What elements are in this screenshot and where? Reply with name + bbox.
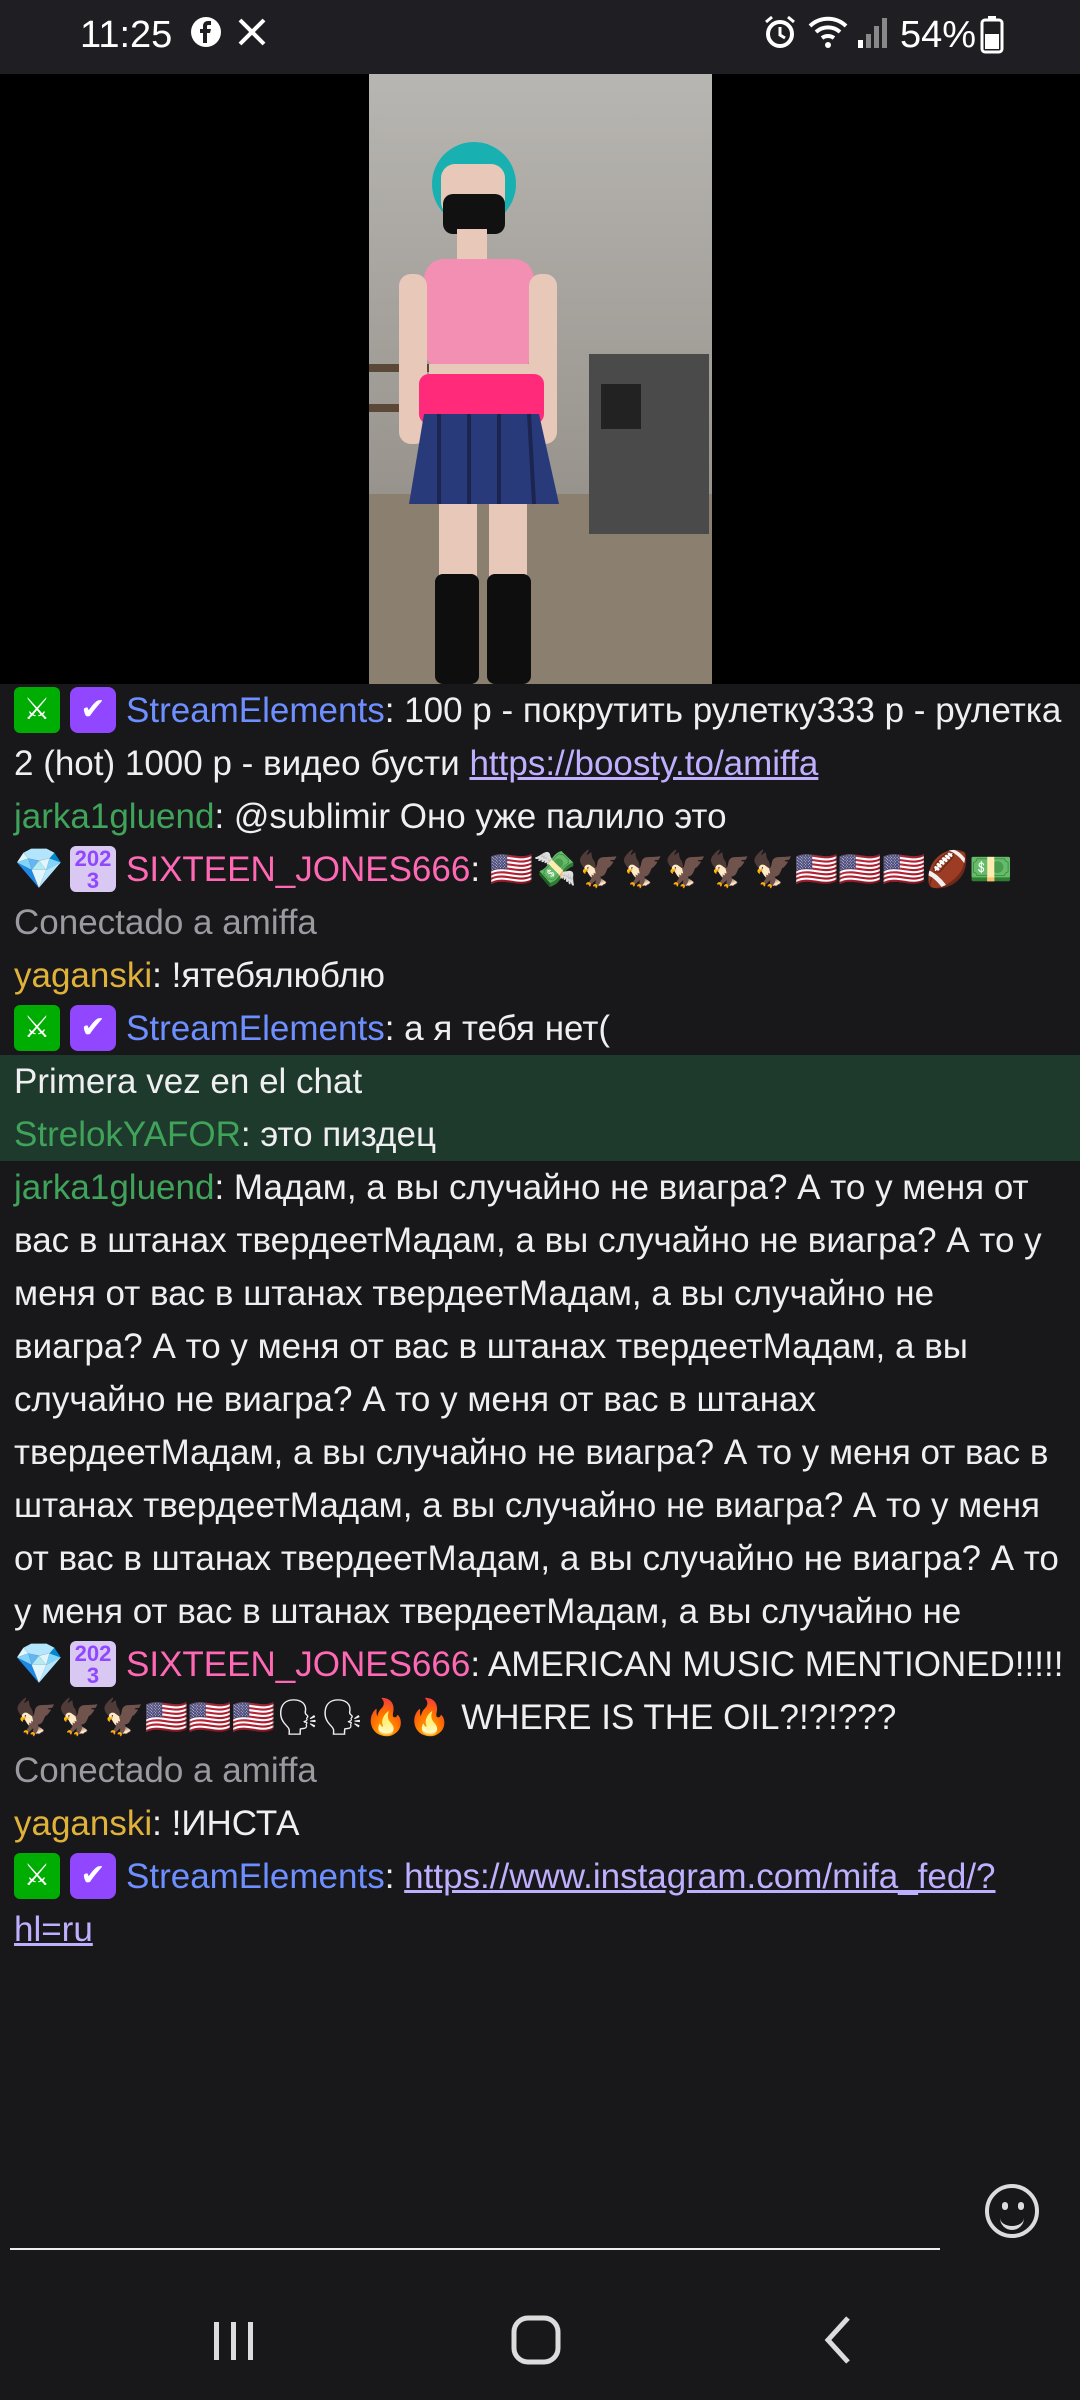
- emoji-icon[interactable]: [985, 2184, 1039, 2238]
- chat-message-text: !ИНСТА: [171, 1804, 300, 1843]
- subscriber-2023-icon: 2023: [70, 845, 116, 892]
- recents-icon[interactable]: [194, 2310, 274, 2370]
- chat-message-line: StrelokYAFOR: это пиздец: [14, 1108, 1066, 1161]
- chat-separator: :: [384, 1857, 405, 1896]
- chat-message-text: @sublimir Оно уже палило это: [233, 797, 727, 836]
- chat-message: ⚔ ✔ StreamElements: 100 р - покрутить руле…: [0, 684, 1080, 790]
- home-icon[interactable]: [496, 2310, 576, 2370]
- verified-check-icon: ✔: [70, 1004, 116, 1051]
- system-message: Conectado a amiffa: [14, 1751, 317, 1790]
- moderator-sword-icon: ⚔: [14, 1852, 60, 1899]
- battery-percent: 54%: [900, 14, 977, 56]
- back-icon[interactable]: [800, 2310, 880, 2370]
- chat-separator: :: [384, 1009, 405, 1048]
- first-time-header: Primera vez en el chat: [14, 1062, 363, 1101]
- chat-message: 💎 2023 SIXTEEN_JONES666: 🇺🇸💸🦅🦅🦅🦅🦅🇺🇸🇺🇸🇺🇸🏈💵: [0, 843, 1080, 896]
- chat-message-text: Мадам, а вы случайно не виагра? А то у м…: [14, 1168, 1059, 1631]
- chat-username[interactable]: jarka1gluend: [14, 1168, 214, 1207]
- chat-message: 💎 2023 SIXTEEN_JONES666: AMERICAN MUSIC ME…: [0, 1638, 1080, 1744]
- signal-icon: [856, 14, 888, 60]
- chat-message: ⚔ ✔ StreamElements: а я тебя нет(: [0, 1002, 1080, 1055]
- chat-message: jarka1gluend: @sublimir Оно уже палило э…: [0, 790, 1080, 843]
- moderator-sword-icon: ⚔: [14, 1004, 60, 1051]
- chat-separator: :: [240, 1115, 261, 1154]
- chat-input[interactable]: [10, 2248, 940, 2250]
- chat-message-text: 🇺🇸💸🦅🦅🦅🦅🦅🇺🇸🇺🇸🇺🇸🏈💵: [489, 850, 1013, 889]
- chat-separator: :: [384, 691, 405, 730]
- chat-message: yaganski: !ИНСТА: [0, 1797, 1080, 1850]
- chat-separator: :: [152, 1804, 172, 1843]
- status-time: 11:25: [80, 14, 173, 56]
- diamond-icon: 💎: [14, 846, 64, 891]
- chat-message: yaganski: !ятебялюблю: [0, 949, 1080, 1002]
- chat-message-text: это пиздец: [260, 1115, 436, 1154]
- chat-username[interactable]: StreamElements: [126, 1857, 385, 1896]
- first-time-message: Primera vez en el chat StrelokYAFOR: это …: [0, 1055, 1080, 1161]
- chat-message-text: !ятебялюблю: [171, 956, 386, 995]
- chat-username[interactable]: SIXTEEN_JONES666: [126, 850, 470, 889]
- chat-separator: :: [214, 797, 234, 836]
- chat-username[interactable]: yaganski: [14, 1804, 152, 1843]
- facebook-icon: [190, 14, 222, 58]
- wifi-icon: [808, 14, 848, 60]
- battery-icon: [980, 14, 1004, 64]
- chat-separator: :: [214, 1168, 234, 1207]
- chat-link[interactable]: https://boosty.to/amiffa: [469, 744, 818, 783]
- chat-message-text: а я тебя нет(: [404, 1009, 611, 1048]
- navigation-bar: [0, 2260, 1080, 2400]
- chat-message: ⚔ ✔ StreamElements: https://www.instagram.…: [0, 1850, 1080, 1956]
- status-bar: 11:25 54%: [0, 0, 1080, 74]
- system-message: Conectado a amiffa: [14, 903, 317, 942]
- chat-username[interactable]: StrelokYAFOR: [14, 1115, 241, 1154]
- stream-video[interactable]: [369, 74, 712, 684]
- alarm-icon: [762, 14, 798, 60]
- chat-username[interactable]: StreamElements: [126, 1009, 385, 1048]
- diamond-icon: 💎: [14, 1641, 64, 1686]
- subscriber-2023-icon: 2023: [70, 1640, 116, 1687]
- chat-separator: :: [470, 1645, 488, 1684]
- chat-username[interactable]: SIXTEEN_JONES666: [126, 1645, 470, 1684]
- verified-check-icon: ✔: [70, 686, 116, 733]
- chat-username[interactable]: StreamElements: [126, 691, 385, 730]
- chat-list[interactable]: ⚔ ✔ StreamElements: 100 р - покрутить руле…: [0, 684, 1080, 2144]
- moderator-sword-icon: ⚔: [14, 686, 60, 733]
- chat-username[interactable]: jarka1gluend: [14, 797, 214, 836]
- chat-separator: :: [152, 956, 172, 995]
- chat-separator: :: [470, 850, 490, 889]
- chat-message: jarka1gluend: Мадам, а вы случайно не ви…: [0, 1161, 1080, 1638]
- video-player[interactable]: [0, 74, 1080, 684]
- chat-username[interactable]: yaganski: [14, 956, 152, 995]
- x-icon: [236, 14, 268, 58]
- verified-check-icon: ✔: [70, 1852, 116, 1899]
